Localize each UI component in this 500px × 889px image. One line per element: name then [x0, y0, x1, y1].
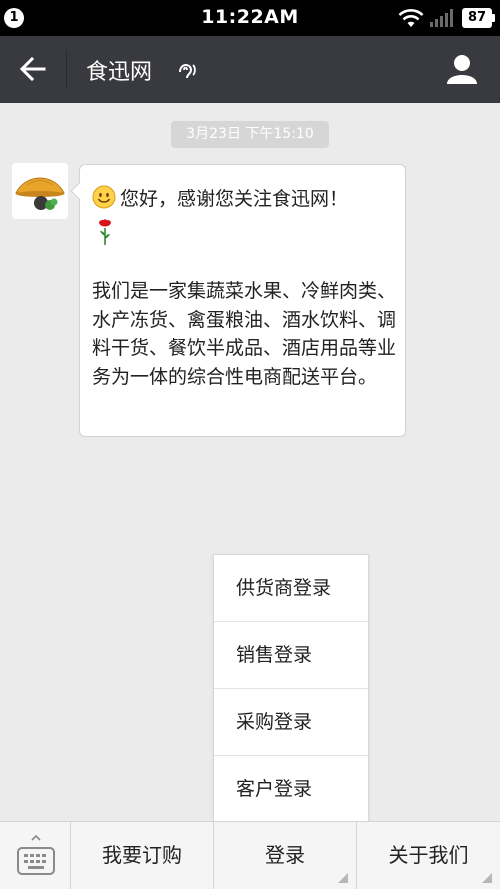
login-submenu: 供货商登录 销售登录 采购登录 客户登录: [213, 554, 369, 822]
status-bar: 1 11:22AM 87: [0, 0, 500, 36]
straw-hat-logo-icon: [15, 177, 65, 210]
status-time: 11:22AM: [201, 6, 299, 28]
message-greeting-line: 您好，感谢您关注食迅网！: [92, 182, 348, 212]
tab-order-label: 我要订购: [102, 843, 182, 867]
menu-item-customer-login[interactable]: 客户登录: [214, 756, 368, 823]
chat-header: 食迅网: [0, 36, 500, 103]
keyboard-toggle-button[interactable]: [0, 822, 71, 889]
person-icon: [447, 55, 477, 84]
chat-title: 食迅网: [86, 60, 153, 85]
battery-level: 87: [462, 8, 492, 28]
tab-login-label: 登录: [265, 843, 305, 867]
wifi-icon: [398, 9, 424, 27]
bottom-menu-bar: 我要订购 登录 关于我们: [0, 821, 500, 889]
tab-login[interactable]: 登录: [214, 822, 357, 889]
menu-item-purchase-login[interactable]: 采购登录: [214, 689, 368, 756]
profile-button[interactable]: [430, 36, 500, 103]
submenu-indicator-icon: [338, 873, 348, 883]
back-arrow-icon: [20, 56, 46, 82]
rose-emoji-icon: [99, 219, 111, 245]
ear-icon: [179, 64, 196, 79]
smile-emoji-icon: [92, 185, 116, 209]
menu-item-supplier-login[interactable]: 供货商登录: [214, 555, 368, 622]
battery-icon: 87: [462, 8, 496, 28]
header-divider: [66, 50, 67, 89]
signal-icon: [430, 9, 453, 27]
keyboard-icon: [17, 834, 55, 875]
message-greeting: 您好，感谢您关注食迅网！: [120, 187, 349, 210]
tab-about-us[interactable]: 关于我们: [357, 822, 500, 889]
menu-item-sales-login[interactable]: 销售登录: [214, 622, 368, 689]
tab-about-us-label: 关于我们: [388, 843, 469, 867]
message-timestamp: 3月23日 下午15:10: [171, 121, 329, 148]
back-button[interactable]: [0, 36, 66, 103]
tab-order[interactable]: 我要订购: [71, 822, 214, 889]
message-body: 我们是一家集蔬菜水果、冷鲜肉类、水产冻货、禽蛋粮油、酒水饮料、调料干货、餐饮半成…: [92, 280, 397, 388]
submenu-indicator-icon: [482, 873, 492, 883]
avatar[interactable]: [12, 163, 68, 219]
